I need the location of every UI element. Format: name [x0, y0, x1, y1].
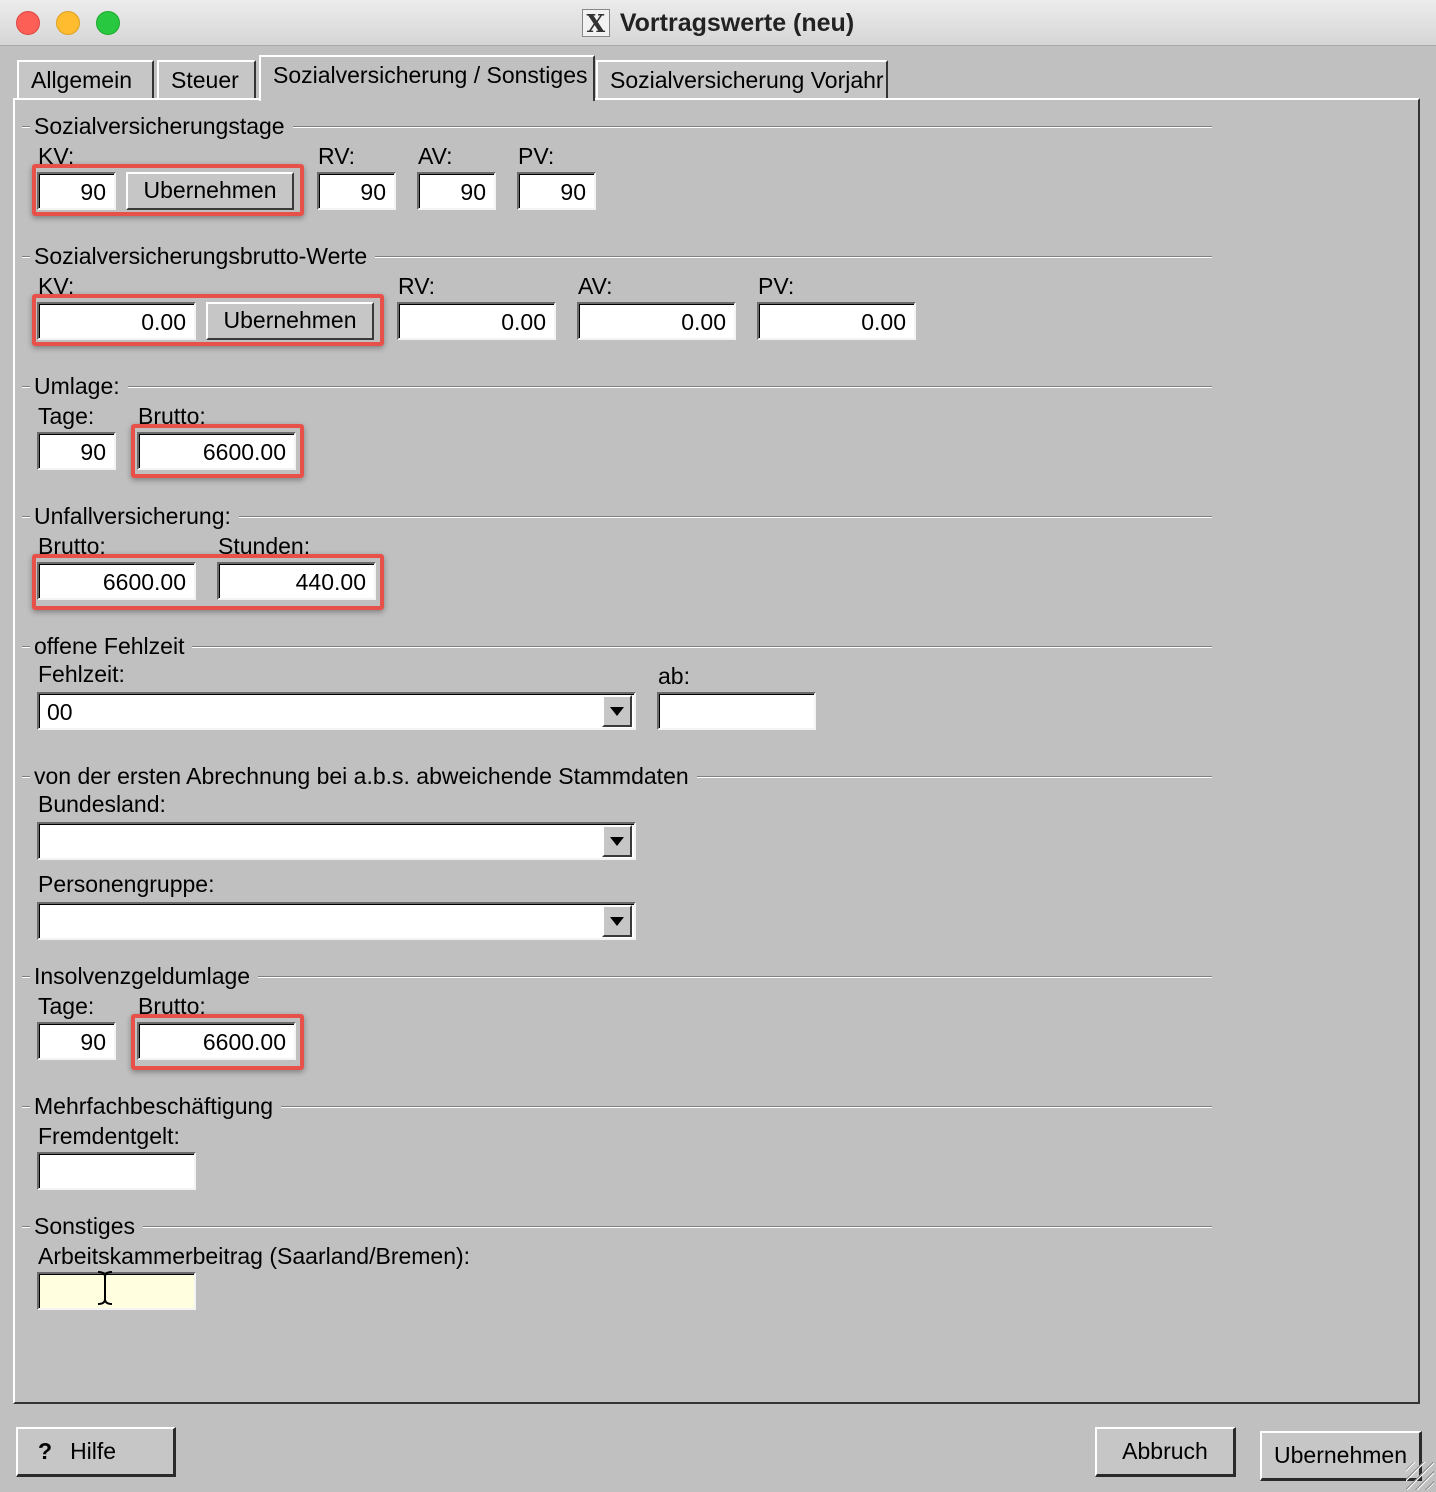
tab-label: Steuer — [171, 67, 239, 93]
insolvenz-brutto-label: Brutto: — [138, 993, 206, 1019]
group-divider — [22, 1226, 1212, 1228]
umlage-brutto-field[interactable]: 6600.00 — [137, 432, 296, 470]
bundesland-label: Bundesland: — [38, 791, 166, 817]
chevron-down-icon[interactable] — [602, 905, 632, 937]
umlage-brutto-label: Brutto: — [138, 403, 206, 429]
personengruppe-label: Personengruppe: — [38, 871, 215, 897]
resize-grip-icon[interactable] — [1406, 1462, 1434, 1490]
x11-logo-icon: X — [581, 9, 610, 38]
group-title-offene-fehlzeit: offene Fehlzeit — [30, 633, 193, 659]
group-title-unfallversicherung: Unfallversicherung: — [30, 503, 239, 529]
tab-sozialversicherung-vorjahr[interactable]: Sozialversicherung Vorjahr — [596, 60, 888, 98]
group-divider — [22, 646, 1212, 648]
pv-tage-field[interactable]: 90 — [517, 172, 596, 210]
group-divider — [22, 386, 1212, 388]
umlage-tage-label: Tage: — [38, 403, 95, 429]
arbeitskammerbeitrag-field[interactable] — [37, 1272, 196, 1310]
av-tage-label: AV: — [418, 143, 453, 169]
ok-uebernehmen-button[interactable]: Ubernehmen — [1260, 1431, 1422, 1481]
chevron-down-icon[interactable] — [602, 825, 632, 857]
cancel-button[interactable]: Abbruch — [1095, 1427, 1236, 1477]
tab-steuer[interactable]: Steuer — [157, 60, 256, 98]
group-title-sozialversicherungstage: Sozialversicherungstage — [30, 113, 293, 139]
pv-brutto-field[interactable]: 0.00 — [757, 302, 916, 340]
question-mark-icon: ? — [38, 1438, 53, 1464]
insolvenz-tage-field[interactable]: 90 — [37, 1022, 116, 1060]
pv-brutto-label: PV: — [758, 273, 795, 299]
pv-tage-label: PV: — [518, 143, 555, 169]
tab-label: Allgemein — [31, 67, 132, 93]
text-cursor-icon — [97, 1271, 113, 1305]
kv-tage-label: KV: — [38, 143, 75, 169]
umlage-tage-field[interactable]: 90 — [37, 432, 116, 470]
tab-label: Sozialversicherung Vorjahr — [610, 67, 884, 93]
kv-tage-field[interactable]: 90 — [37, 172, 116, 210]
group-title-mehrfachbeschaeftigung: Mehrfachbeschäftigung — [30, 1093, 282, 1119]
group-title-umlage: Umlage: — [30, 373, 128, 399]
help-button-label: Hilfe — [70, 1438, 117, 1464]
window-title-text: Vortragswerte (neu) — [619, 8, 855, 37]
group-title-svbrutto: Sozialversicherungsbrutto-Werte — [30, 243, 376, 269]
fremdentgelt-label: Fremdentgelt: — [38, 1123, 180, 1149]
tab-sozialversicherung-sonstiges[interactable]: Sozialversicherung / Sonstiges — [259, 55, 595, 101]
av-tage-field[interactable]: 90 — [417, 172, 496, 210]
ab-label: ab: — [658, 663, 690, 689]
tab-panel — [13, 98, 1420, 1404]
av-brutto-label: AV: — [578, 273, 613, 299]
insolvenz-brutto-field[interactable]: 6600.00 — [137, 1022, 296, 1060]
ab-date-field[interactable] — [657, 692, 816, 730]
unfall-stunden-field[interactable]: 440.00 — [217, 562, 376, 600]
kv-brutto-label: KV: — [38, 273, 75, 299]
group-title-insolvenzgeldumlage: Insolvenzgeldumlage — [30, 963, 259, 989]
av-brutto-field[interactable]: 0.00 — [577, 302, 736, 340]
fehlzeit-select[interactable]: 00 — [37, 692, 636, 730]
window-title: X Vortragswerte (neu) — [0, 8, 1436, 38]
bundesland-select[interactable] — [37, 822, 636, 860]
fremdentgelt-field[interactable] — [37, 1152, 196, 1190]
rv-tage-field[interactable]: 90 — [317, 172, 396, 210]
tab-allgemein[interactable]: Allgemein — [17, 60, 154, 98]
fehlzeit-label: Fehlzeit: — [38, 661, 125, 687]
unfall-brutto-field[interactable]: 6600.00 — [37, 562, 196, 600]
group-title-stammdaten: von der ersten Abrechnung bei a.b.s. abw… — [30, 763, 697, 789]
unfall-stunden-label: Stunden: — [218, 533, 311, 559]
rv-brutto-label: RV: — [398, 273, 436, 299]
insolvenz-tage-label: Tage: — [38, 993, 95, 1019]
help-button[interactable]: ? Hilfe — [16, 1427, 176, 1477]
arbeitskammerbeitrag-label: Arbeitskammerbeitrag (Saarland/Bremen): — [38, 1243, 471, 1269]
personengruppe-select[interactable] — [37, 902, 636, 940]
chevron-down-icon[interactable] — [602, 695, 632, 727]
rv-tage-label: RV: — [318, 143, 356, 169]
kv-brutto-uebernehmen-button[interactable]: Ubernehmen — [206, 302, 374, 340]
unfall-brutto-label: Brutto: — [38, 533, 106, 559]
kv-brutto-field[interactable]: 0.00 — [37, 302, 196, 340]
fehlzeit-select-value: 00 — [47, 699, 73, 725]
rv-brutto-field[interactable]: 0.00 — [397, 302, 556, 340]
kv-tage-uebernehmen-button[interactable]: Ubernehmen — [126, 172, 294, 210]
group-title-sonstiges: Sonstiges — [30, 1213, 144, 1239]
tab-label: Sozialversicherung / Sonstiges — [273, 62, 588, 88]
